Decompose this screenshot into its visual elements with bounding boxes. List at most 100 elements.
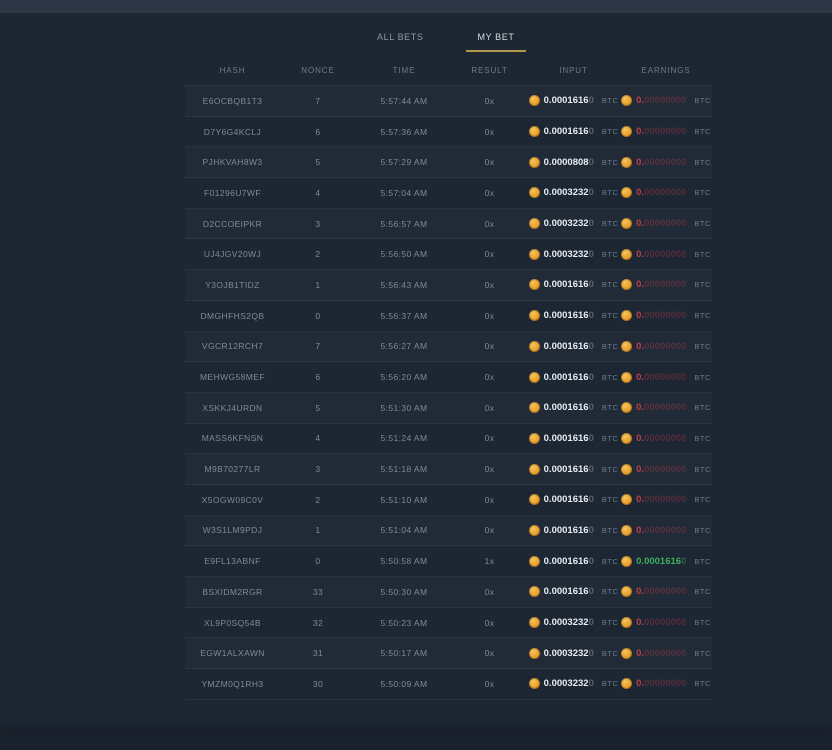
bet-result: 0x bbox=[452, 433, 527, 443]
currency-label: BTC bbox=[694, 679, 711, 688]
bet-earnings-amount: 0.00000000 bbox=[636, 402, 686, 413]
currency-label: BTC bbox=[602, 679, 619, 688]
bet-input-amount-trailing: 0 bbox=[589, 464, 594, 475]
bet-earnings-amount: 0.00000000 bbox=[636, 95, 686, 106]
bitcoin-coin-icon bbox=[621, 341, 632, 352]
bet-earnings-amount-main: 0. bbox=[636, 433, 644, 444]
bet-input-amount-trailing: 0 bbox=[589, 310, 594, 321]
bet-input-amount-main: 0.0000808 bbox=[544, 157, 589, 168]
bitcoin-coin-icon bbox=[621, 648, 632, 659]
bet-input-amount-trailing: 0 bbox=[589, 433, 594, 444]
bet-time: 5:51:24 AM bbox=[356, 433, 452, 443]
bitcoin-coin-icon bbox=[529, 586, 540, 597]
bet-hash: E6OCBQB1T3 bbox=[185, 96, 280, 106]
bet-result: 1x bbox=[452, 556, 527, 566]
bet-earnings-amount-main: 0. bbox=[636, 372, 644, 383]
bet-nonce: 1 bbox=[280, 525, 356, 535]
currency-label: BTC bbox=[602, 158, 619, 167]
bet-earnings-amount-main: 0. bbox=[636, 126, 644, 137]
bet-earnings-amount-main: 0. bbox=[636, 525, 644, 536]
table-row: Y3OJB1TIDZ 1 5:56:43 AM 0x 0.00016160 BT… bbox=[185, 270, 712, 301]
bet-input-amount: 0.00016160 bbox=[544, 494, 594, 505]
bet-earnings-amount: 0.00000000 bbox=[636, 372, 686, 383]
currency-label: BTC bbox=[694, 188, 711, 197]
bet-earnings: 0.00000000 BTC bbox=[620, 648, 712, 659]
tab-my-bet[interactable]: MY BET bbox=[466, 29, 527, 52]
bet-earnings-amount-trailing: 00000000 bbox=[644, 494, 686, 505]
bet-hash: VGCR12RCH7 bbox=[185, 341, 280, 351]
bet-hash: F01296U7WF bbox=[185, 188, 280, 198]
bet-nonce: 3 bbox=[280, 219, 356, 229]
bitcoin-coin-icon bbox=[621, 187, 632, 198]
table-row: XL9P0SQ54B 32 5:50:23 AM 0x 0.00032320 B… bbox=[185, 608, 712, 639]
table-row: E9FL13ABNF 0 5:50:58 AM 1x 0.00016160 BT… bbox=[185, 546, 712, 577]
bet-input-amount-trailing: 0 bbox=[589, 617, 594, 628]
bitcoin-coin-icon bbox=[621, 617, 632, 628]
bet-time: 5:51:18 AM bbox=[356, 464, 452, 474]
bet-earnings: 0.00000000 BTC bbox=[620, 249, 712, 260]
bet-earnings-amount: 0.00000000 bbox=[636, 187, 686, 198]
bet-result: 0x bbox=[452, 188, 527, 198]
bet-time: 5:51:04 AM bbox=[356, 525, 452, 535]
table-row: E6OCBQB1T3 7 5:57:44 AM 0x 0.00016160 BT… bbox=[185, 86, 712, 117]
table-row: UJ4JGV20WJ 2 5:56:50 AM 0x 0.00032320 BT… bbox=[185, 239, 712, 270]
bet-input-amount: 0.00016160 bbox=[544, 402, 594, 413]
currency-label: BTC bbox=[602, 618, 619, 627]
currency-label: BTC bbox=[602, 96, 619, 105]
bet-hash: E9FL13ABNF bbox=[185, 556, 280, 566]
bet-input-amount-main: 0.0001616 bbox=[544, 525, 589, 536]
bet-input-amount-main: 0.0001616 bbox=[544, 126, 589, 137]
bet-earnings-amount-trailing: 00000000 bbox=[644, 648, 686, 659]
currency-label: BTC bbox=[602, 188, 619, 197]
bet-input-amount: 0.00016160 bbox=[544, 341, 594, 352]
table-row: MASS6KFNSN 4 5:51:24 AM 0x 0.00016160 BT… bbox=[185, 424, 712, 455]
bet-input-amount: 0.00008080 bbox=[544, 157, 594, 168]
bet-earnings-amount-trailing: 00000000 bbox=[644, 678, 686, 689]
table-row: D2CCOEIPKR 3 5:56:57 AM 0x 0.00032320 BT… bbox=[185, 209, 712, 240]
bet-input: 0.00008080 BTC bbox=[527, 157, 620, 168]
tab-all-bets[interactable]: ALL BETS bbox=[365, 29, 436, 52]
bet-input-amount-main: 0.0003232 bbox=[544, 648, 589, 659]
bet-input-amount-trailing: 0 bbox=[589, 556, 594, 567]
bet-earnings-amount: 0.00000000 bbox=[636, 341, 686, 352]
bet-earnings: 0.00000000 BTC bbox=[620, 494, 712, 505]
bet-earnings: 0.00000000 BTC bbox=[620, 95, 712, 106]
bitcoin-coin-icon bbox=[529, 372, 540, 383]
bet-hash: EGW1ALXAWN bbox=[185, 648, 280, 658]
bet-nonce: 33 bbox=[280, 587, 356, 597]
bet-result: 0x bbox=[452, 341, 527, 351]
currency-label: BTC bbox=[694, 127, 711, 136]
bet-earnings-amount: 0.00000000 bbox=[636, 433, 686, 444]
bet-earnings-amount: 0.00000000 bbox=[636, 249, 686, 260]
bet-time: 5:57:44 AM bbox=[356, 96, 452, 106]
bet-earnings-amount-trailing: 00000000 bbox=[644, 187, 686, 198]
bet-earnings: 0.00000000 BTC bbox=[620, 678, 712, 689]
bet-earnings-amount-trailing: 00000000 bbox=[644, 95, 686, 106]
bet-input-amount-main: 0.0001616 bbox=[544, 279, 589, 290]
bet-time: 5:56:27 AM bbox=[356, 341, 452, 351]
currency-label: BTC bbox=[694, 403, 711, 412]
bet-nonce: 6 bbox=[280, 372, 356, 382]
bet-input-amount: 0.00016160 bbox=[544, 433, 594, 444]
bet-input-amount: 0.00032320 bbox=[544, 218, 594, 229]
table-row: EGW1ALXAWN 31 5:50:17 AM 0x 0.00032320 B… bbox=[185, 638, 712, 669]
bet-input-amount-main: 0.0001616 bbox=[544, 433, 589, 444]
bet-earnings-amount-main: 0. bbox=[636, 157, 644, 168]
currency-label: BTC bbox=[694, 219, 711, 228]
bitcoin-coin-icon bbox=[529, 678, 540, 689]
bet-input: 0.00016160 BTC bbox=[527, 372, 620, 383]
bet-nonce: 2 bbox=[280, 249, 356, 259]
bet-input-amount-main: 0.0001616 bbox=[544, 586, 589, 597]
bets-table-body: E6OCBQB1T3 7 5:57:44 AM 0x 0.00016160 BT… bbox=[185, 86, 712, 700]
table-row: XSKKJ4URDN 5 5:51:30 AM 0x 0.00016160 BT… bbox=[185, 393, 712, 424]
bet-nonce: 6 bbox=[280, 127, 356, 137]
bet-nonce: 7 bbox=[280, 96, 356, 106]
column-header-nonce: NONCE bbox=[280, 66, 356, 75]
bitcoin-coin-icon bbox=[621, 464, 632, 475]
bet-input-amount-trailing: 0 bbox=[589, 372, 594, 383]
currency-label: BTC bbox=[602, 434, 619, 443]
bet-hash: XSKKJ4URDN bbox=[185, 403, 280, 413]
currency-label: BTC bbox=[602, 280, 619, 289]
bet-earnings-amount-trailing: 00000000 bbox=[644, 310, 686, 321]
bet-earnings-amount: 0.00000000 bbox=[636, 586, 686, 597]
